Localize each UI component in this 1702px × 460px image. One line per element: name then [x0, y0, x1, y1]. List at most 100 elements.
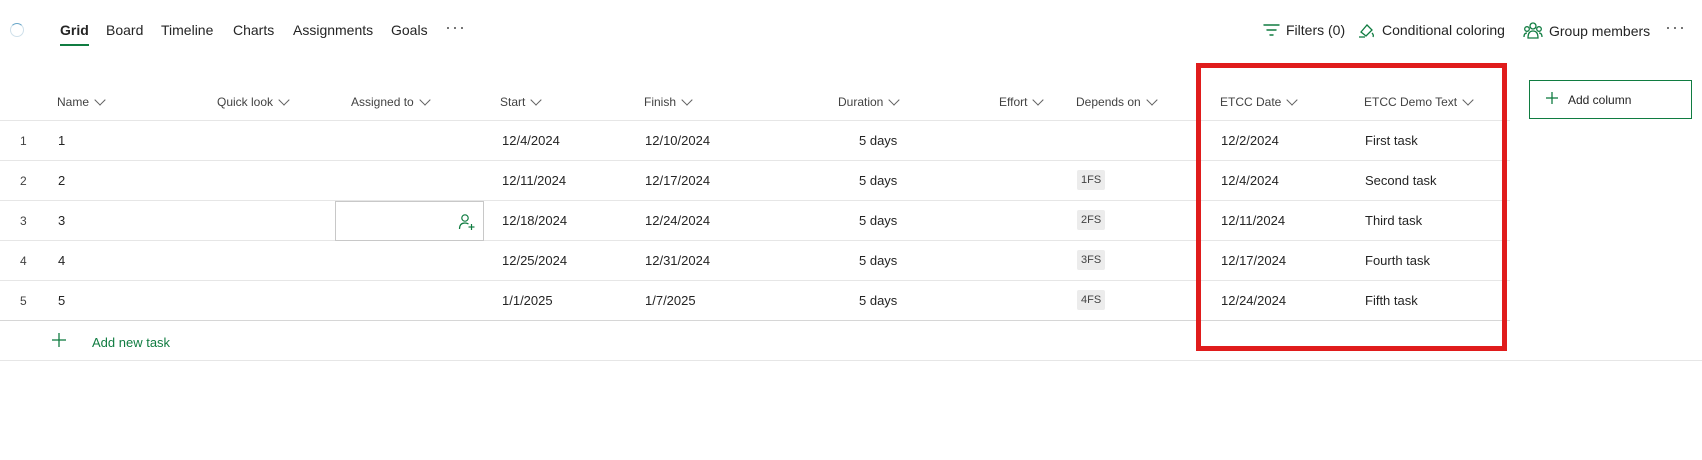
task-name-cell[interactable]: 5	[58, 293, 65, 308]
duration-cell[interactable]: 5 days	[859, 213, 897, 228]
tab-goals[interactable]: Goals	[391, 22, 428, 38]
column-header-label: ETCC Date	[1220, 95, 1282, 109]
chevron-down-icon	[278, 94, 290, 106]
etcc-date-cell[interactable]: 12/4/2024	[1221, 173, 1279, 188]
assigned-to-cell[interactable]	[335, 201, 484, 241]
task-name-cell[interactable]: 2	[58, 173, 65, 188]
add-new-task-button[interactable]: Add new task	[52, 333, 170, 352]
column-header-duration[interactable]: Duration	[838, 94, 901, 109]
filters-button[interactable]: Filters (0)	[1263, 22, 1345, 38]
dependency-badge[interactable]: 3FS	[1077, 250, 1106, 270]
start-cell[interactable]: 12/11/2024	[502, 173, 566, 188]
tab-assignments[interactable]: Assignments	[293, 22, 373, 38]
finish-cell[interactable]: 12/31/2024	[645, 253, 710, 268]
column-header-name[interactable]: Name	[57, 94, 106, 109]
dependency-badge[interactable]: 2FS	[1077, 210, 1106, 230]
table-row[interactable]: 4 4 12/25/2024 12/31/2024 5 days 3FS 12/…	[0, 241, 1510, 280]
tab-grid[interactable]: Grid	[60, 22, 89, 38]
chevron-down-icon	[419, 94, 431, 106]
conditional-coloring-label: Conditional coloring	[1382, 22, 1505, 38]
column-header-label: Assigned to	[351, 95, 414, 109]
more-tabs-icon[interactable]: ···	[445, 17, 466, 38]
row-number: 1	[20, 134, 27, 148]
finish-cell[interactable]: 12/24/2024	[645, 213, 710, 228]
column-header-quick-look[interactable]: Quick look	[217, 94, 290, 109]
task-name-cell[interactable]: 1	[58, 133, 65, 148]
column-header-label: Start	[500, 95, 526, 109]
column-header-label: Name	[57, 95, 90, 109]
etcc-text-cell[interactable]: First task	[1365, 133, 1418, 148]
column-header-label: Depends on	[1076, 95, 1141, 109]
finish-cell[interactable]: 1/7/2025	[645, 293, 696, 308]
tab-charts[interactable]: Charts	[233, 22, 274, 38]
task-name-cell[interactable]: 3	[58, 213, 65, 228]
add-column-button[interactable]: Add column	[1529, 80, 1692, 119]
column-header-depends-on[interactable]: Depends on	[1076, 94, 1158, 109]
tab-board[interactable]: Board	[106, 22, 143, 38]
add-column-label: Add column	[1568, 92, 1632, 107]
column-header-label: Quick look	[217, 95, 274, 109]
filters-label: Filters (0)	[1286, 22, 1346, 38]
column-header-assigned-to[interactable]: Assigned to	[351, 94, 431, 109]
table-row[interactable]: 1 1 12/4/2024 12/10/2024 5 days 12/2/202…	[0, 121, 1510, 160]
group-members-button[interactable]: Group members	[1523, 22, 1650, 40]
conditional-coloring-icon	[1358, 22, 1376, 38]
column-header-effort[interactable]: Effort	[999, 94, 1045, 109]
start-cell[interactable]: 12/18/2024	[502, 213, 567, 228]
start-cell[interactable]: 12/4/2024	[502, 133, 560, 148]
add-person-icon[interactable]	[458, 213, 476, 236]
duration-cell[interactable]: 5 days	[859, 253, 897, 268]
etcc-date-cell[interactable]: 12/2/2024	[1221, 133, 1279, 148]
more-options-icon[interactable]: ···	[1665, 17, 1686, 38]
column-header-etcc-demo-text[interactable]: ETCC Demo Text	[1364, 94, 1474, 109]
task-name-cell[interactable]: 4	[58, 253, 65, 268]
duration-cell[interactable]: 5 days	[859, 293, 897, 308]
etcc-text-cell[interactable]: Fourth task	[1365, 253, 1430, 268]
group-members-label: Group members	[1549, 23, 1651, 39]
plus-icon	[1546, 92, 1558, 107]
finish-cell[interactable]: 12/17/2024	[645, 173, 710, 188]
etcc-text-cell[interactable]: Second task	[1365, 173, 1437, 188]
loading-spinner-icon	[10, 23, 24, 37]
start-cell[interactable]: 12/25/2024	[502, 253, 567, 268]
finish-cell[interactable]: 12/10/2024	[645, 133, 710, 148]
active-tab-underline	[60, 44, 89, 46]
dependency-badge[interactable]: 1FS	[1077, 170, 1106, 190]
row-divider	[0, 360, 1702, 361]
chevron-down-icon	[1032, 94, 1045, 106]
column-header-label: Finish	[644, 95, 677, 109]
etcc-date-cell[interactable]: 12/24/2024	[1221, 293, 1286, 308]
etcc-date-cell[interactable]: 12/17/2024	[1221, 253, 1286, 268]
etcc-date-cell[interactable]: 12/11/2024	[1221, 213, 1285, 228]
chevron-down-icon	[1146, 94, 1158, 106]
row-number: 4	[20, 254, 27, 268]
dependency-badge[interactable]: 4FS	[1077, 290, 1106, 310]
chevron-down-icon	[681, 94, 693, 106]
row-divider	[0, 320, 1510, 321]
duration-cell[interactable]: 5 days	[859, 173, 897, 188]
table-row[interactable]: 3 3 12/18/2024 12/24/2024 5 days 2FS 12/…	[0, 201, 1510, 240]
column-header-label: Effort	[999, 95, 1028, 109]
table-row[interactable]: 2 2 12/11/2024 12/17/2024 5 days 1FS 12/…	[0, 161, 1510, 200]
plus-icon	[52, 333, 66, 352]
conditional-coloring-button[interactable]: Conditional coloring	[1358, 22, 1505, 38]
column-header-start[interactable]: Start	[500, 94, 543, 109]
etcc-text-cell[interactable]: Third task	[1365, 213, 1422, 228]
duration-cell[interactable]: 5 days	[859, 133, 897, 148]
chevron-down-icon	[1286, 94, 1299, 106]
table-row[interactable]: 5 5 1/1/2025 1/7/2025 5 days 4FS 12/24/2…	[0, 281, 1510, 320]
column-header-label: Duration	[838, 95, 884, 109]
row-number: 5	[20, 294, 27, 308]
chevron-down-icon	[530, 94, 543, 106]
add-new-task-label: Add new task	[92, 335, 171, 350]
row-number: 3	[20, 214, 27, 228]
column-header-etcc-date[interactable]: ETCC Date	[1220, 94, 1299, 109]
chevron-down-icon	[94, 94, 106, 106]
row-number: 2	[20, 174, 27, 188]
column-header-finish[interactable]: Finish	[644, 94, 693, 109]
column-header-label: ETCC Demo Text	[1364, 95, 1458, 109]
tab-timeline[interactable]: Timeline	[161, 22, 213, 38]
chevron-down-icon	[1462, 94, 1474, 106]
etcc-text-cell[interactable]: Fifth task	[1365, 293, 1418, 308]
start-cell[interactable]: 1/1/2025	[502, 293, 553, 308]
